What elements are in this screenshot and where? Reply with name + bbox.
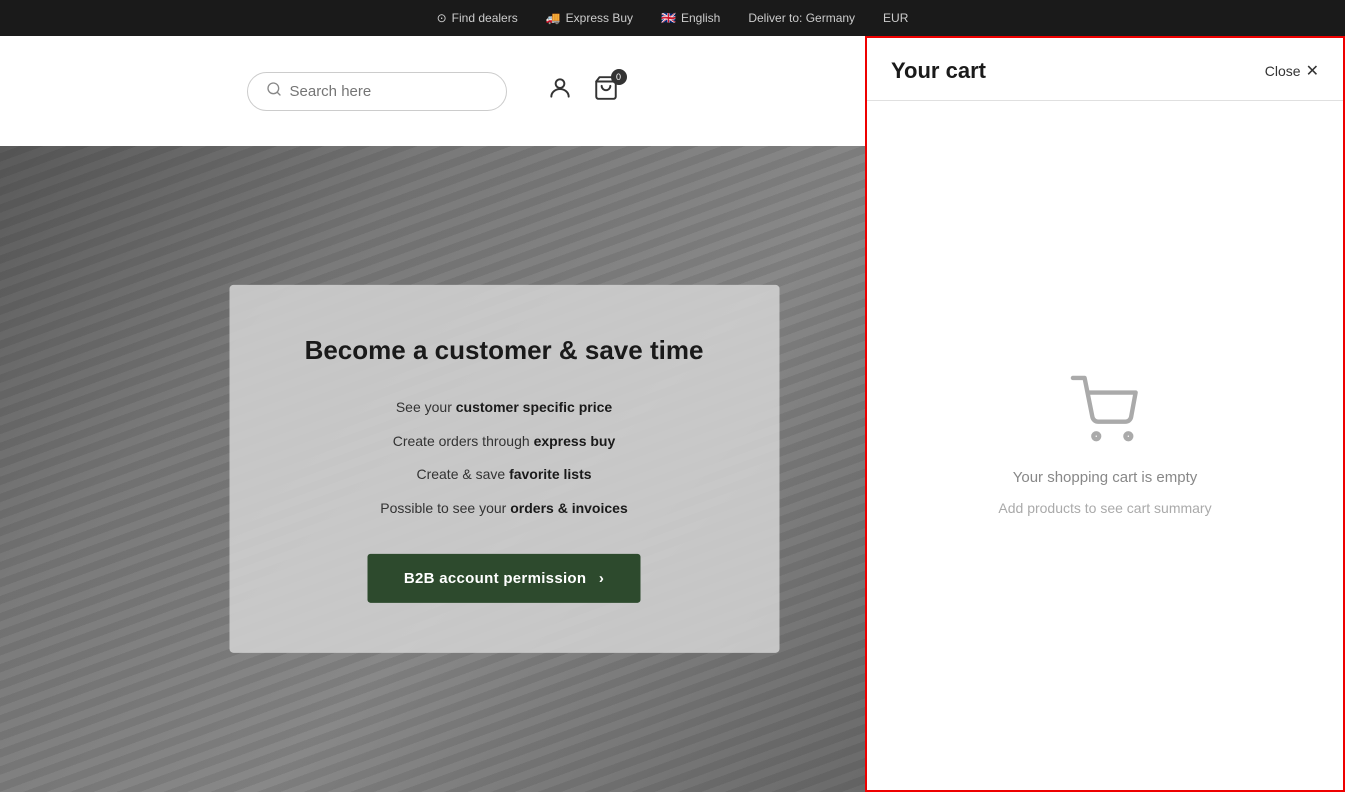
search-bar[interactable] [247,72,507,111]
location-icon: ⊙ [437,11,447,25]
language-selector[interactable]: 🇬🇧 English [661,11,720,25]
cart-icon[interactable]: 0 [593,75,619,107]
currency-selector[interactable]: EUR [883,11,908,25]
promo-feature-4: Possible to see your orders & invoices [289,499,719,519]
express-buy-link[interactable]: 🚚 Express Buy [546,11,633,25]
promo-title: Become a customer & save time [289,335,719,366]
currency-label: EUR [883,11,908,25]
deliver-to-label: Deliver to: Germany [748,11,855,25]
header-icons: 0 [547,75,619,107]
delivery-location[interactable]: Deliver to: Germany [748,11,855,25]
cart-title: Your cart [891,58,986,84]
search-input[interactable] [290,83,489,100]
site-header: 0 [0,36,865,146]
promo-feature-2: Create orders through express buy [289,431,719,451]
website-side: 0 Become a customer & save time See your… [0,36,865,792]
arrow-icon: › [599,570,604,587]
top-bar: ⊙ Find dealers 🚚 Express Buy 🇬🇧 English … [0,0,1345,36]
cart-header: Your cart Close ✕ [867,38,1343,101]
language-label: English [681,11,720,25]
promo-feature-1: See your customer specific price [289,398,719,418]
find-dealers-label: Find dealers [452,11,518,25]
truck-icon: 🚚 [546,11,561,25]
flag-icon: 🇬🇧 [661,11,676,25]
promo-card: Become a customer & save time See your c… [229,285,779,653]
promo-feature-3: Create & save favorite lists [289,465,719,485]
close-label: Close [1265,63,1301,79]
cart-body: Your shopping cart is empty Add products… [867,101,1343,790]
search-icon [266,81,282,102]
express-buy-label: Express Buy [566,11,633,25]
close-icon: ✕ [1306,61,1319,81]
hero-area: Become a customer & save time See your c… [0,146,865,792]
promo-features-list: See your customer specific price Create … [289,398,719,518]
cart-close-button[interactable]: Close ✕ [1265,61,1319,81]
cart-badge: 0 [611,69,627,85]
b2b-permission-button[interactable]: B2B account permission › [368,554,640,603]
empty-cart-sub-message: Add products to see cart summary [998,500,1211,516]
user-account-icon[interactable] [547,75,573,107]
main-layout: 0 Become a customer & save time See your… [0,36,1345,792]
find-dealers-link[interactable]: ⊙ Find dealers [437,11,518,25]
empty-cart-message: Your shopping cart is empty [1013,469,1198,486]
cart-panel: Your cart Close ✕ Your shopping cart is … [865,36,1345,792]
empty-cart-icon [1070,375,1140,455]
